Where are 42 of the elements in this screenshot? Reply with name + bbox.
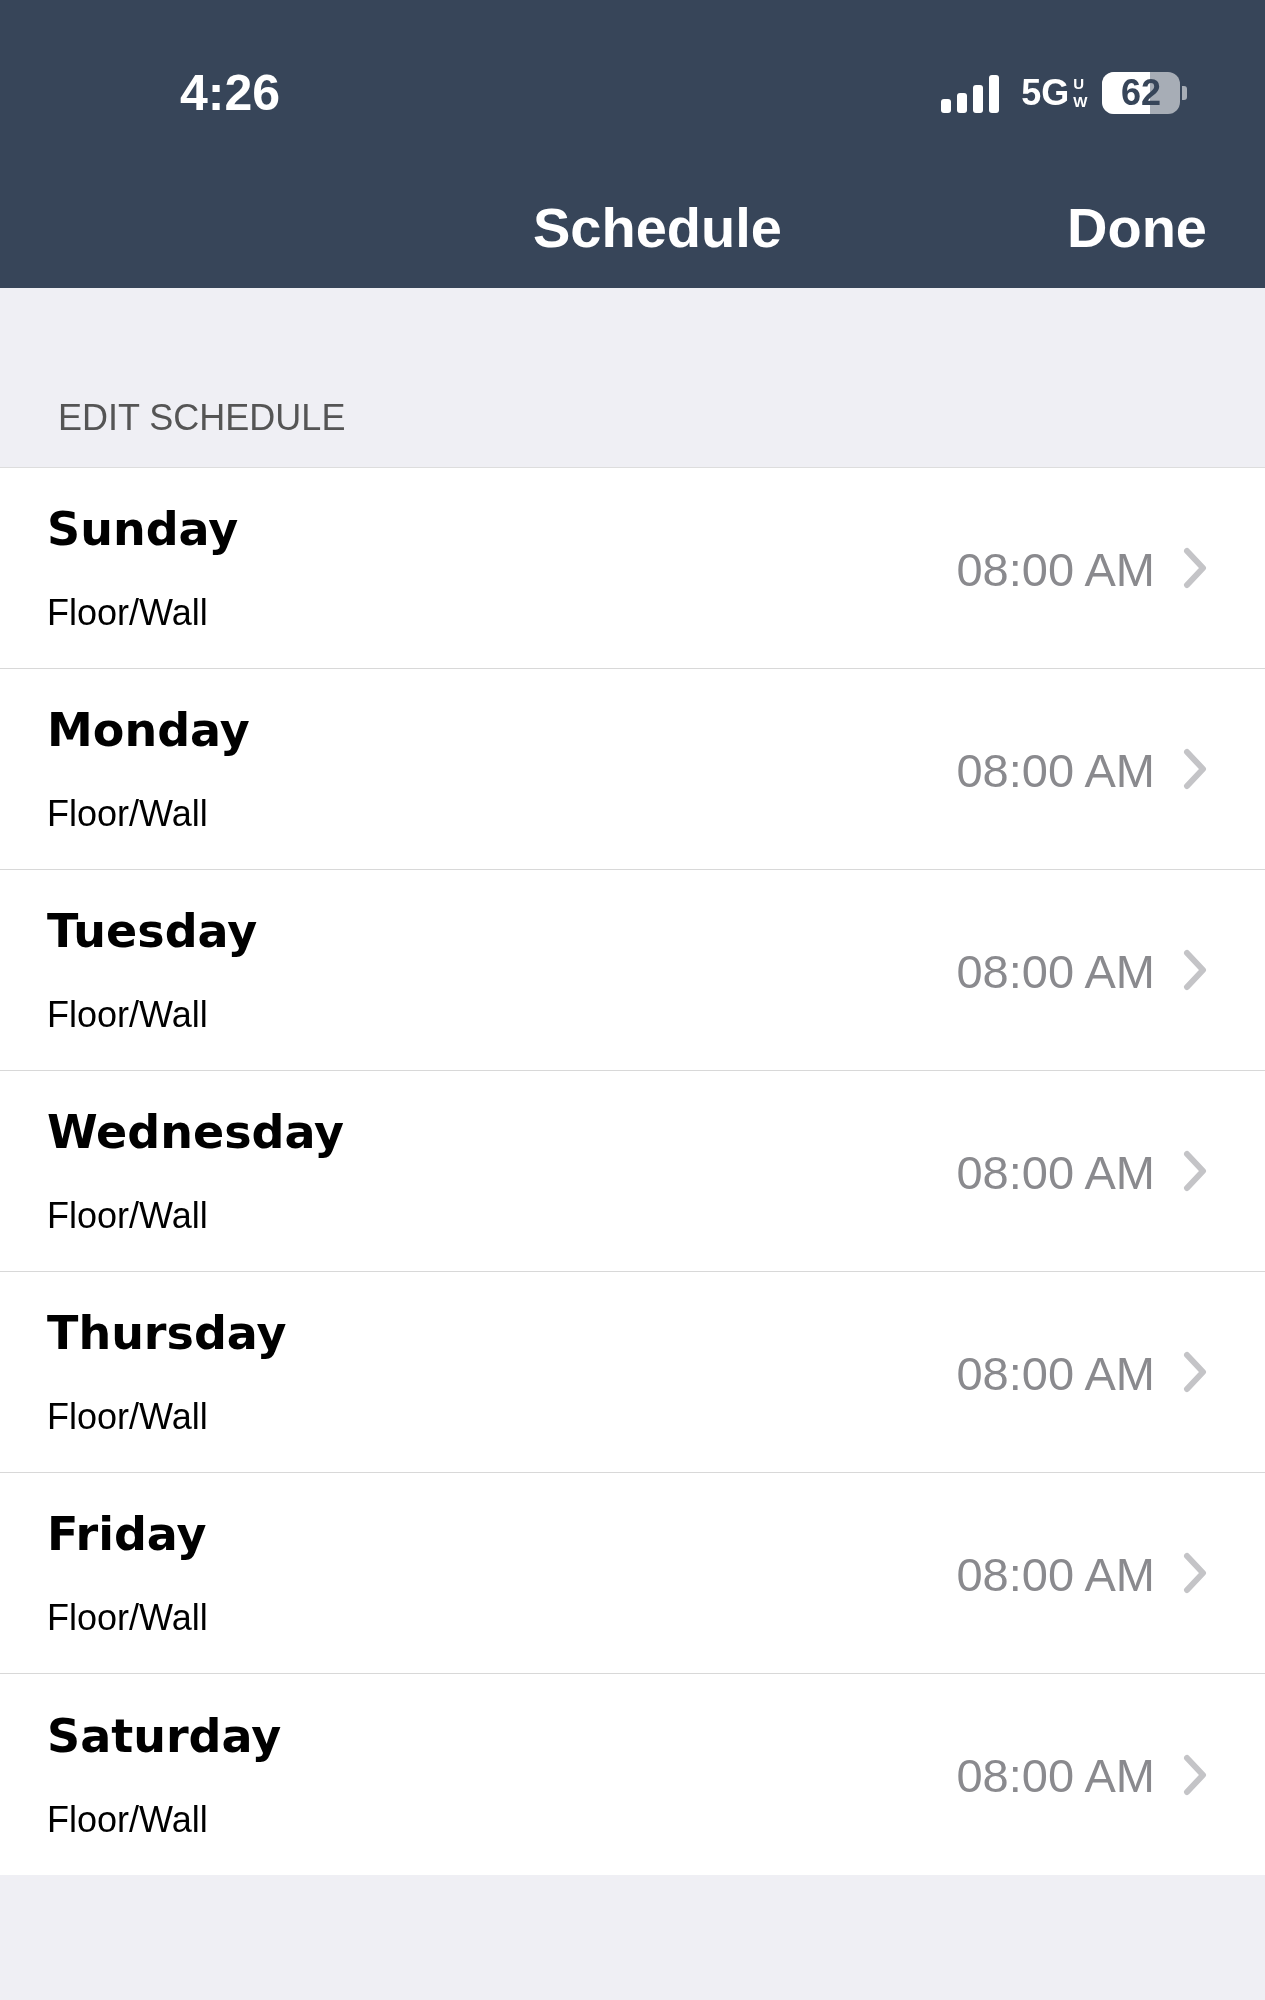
- day-name: Sunday: [47, 502, 240, 556]
- chevron-icon: [1183, 547, 1207, 589]
- day-name: Saturday: [47, 1708, 283, 1763]
- time-value: 08:00 AM: [956, 742, 1155, 798]
- time-value: 08:00 AM: [956, 1748, 1155, 1803]
- chevron-icon: [1183, 748, 1207, 790]
- chevron-icon: [1183, 1552, 1207, 1594]
- chevron-icon: [1183, 949, 1207, 991]
- zone-label: Floor/Wall: [47, 994, 209, 1036]
- zone-label: Floor/Wall: [47, 592, 209, 634]
- schedule-row[interactable]: Tuesday Floor/Wall 08:00 AM: [0, 870, 1265, 1071]
- screen-title: Schedule: [533, 194, 782, 260]
- schedule-row[interactable]: Sunday Floor/Wall 08:00 AM: [0, 468, 1265, 669]
- time-value: 08:00 AM: [956, 541, 1155, 597]
- done-button[interactable]: Done: [1067, 194, 1207, 260]
- battery-level: 62: [1120, 72, 1161, 114]
- time-value: 08:00 AM: [956, 1144, 1155, 1200]
- schedule-row[interactable]: Saturday Floor/Wall 08:00 AM: [0, 1674, 1265, 1875]
- zone-label: Floor/Wall: [47, 1597, 209, 1639]
- time-value: 08:00 AM: [956, 1345, 1155, 1401]
- section-header: EDIT SCHEDULE: [58, 397, 346, 439]
- battery-cap-icon: [1182, 86, 1187, 100]
- chevron-icon: [1183, 1150, 1207, 1192]
- status-time: 4:26: [180, 64, 281, 122]
- network-label: 5G: [1021, 72, 1070, 114]
- schedule-row[interactable]: Thursday Floor/Wall 08:00 AM: [0, 1272, 1265, 1473]
- day-name: Thursday: [47, 1306, 288, 1360]
- day-name: Monday: [47, 703, 251, 757]
- zone-label: Floor/Wall: [47, 1798, 209, 1841]
- schedule-row[interactable]: Monday Floor/Wall 08:00 AM: [0, 669, 1265, 870]
- day-name: Tuesday: [47, 904, 259, 958]
- day-name: Friday: [47, 1507, 208, 1561]
- zone-label: Floor/Wall: [47, 1195, 209, 1237]
- chevron-icon: [1183, 1351, 1207, 1393]
- chevron-icon: [1183, 1753, 1207, 1796]
- time-value: 08:00 AM: [956, 1546, 1155, 1602]
- time-value: 08:00 AM: [956, 943, 1155, 999]
- zone-label: Floor/Wall: [47, 793, 209, 835]
- day-name: Wednesday: [47, 1105, 346, 1159]
- zone-label: Floor/Wall: [47, 1396, 209, 1438]
- schedule-row[interactable]: Wednesday Floor/Wall 08:00 AM: [0, 1071, 1265, 1272]
- schedule-row[interactable]: Friday Floor/Wall 08:00 AM: [0, 1473, 1265, 1674]
